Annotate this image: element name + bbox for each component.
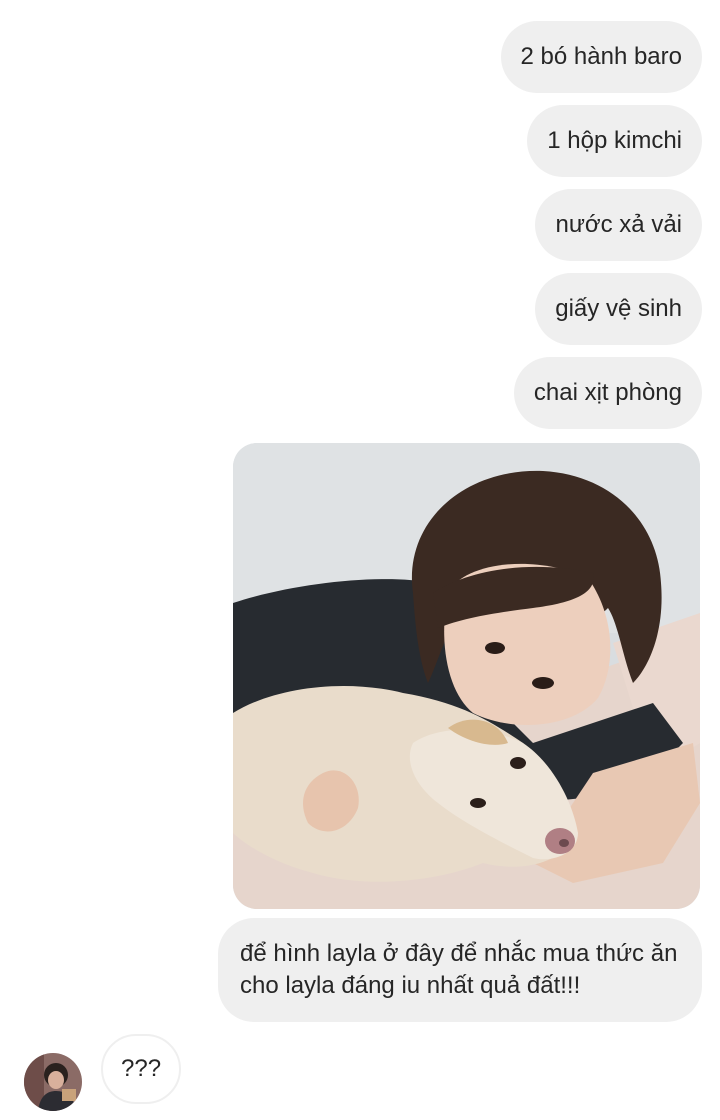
photo-message[interactable]	[233, 443, 700, 909]
message-text: ???	[121, 1055, 162, 1082]
message-bubble-outgoing[interactable]: giấy vệ sinh	[535, 273, 702, 345]
message-text: 1 hộp kimchi	[547, 127, 682, 154]
message-text: giấy vệ sinh	[555, 295, 682, 322]
avatar-image	[24, 1053, 82, 1111]
message-text: 2 bó hành baro	[520, 43, 682, 70]
message-text-line: cho layla đáng iu nhất quả đất!!!	[240, 972, 581, 999]
message-text-line: để hình layla ở đây để nhắc mua thức ăn	[240, 940, 678, 967]
message-text: nước xả vải	[555, 211, 682, 238]
message-bubble-outgoing[interactable]: nước xả vải	[535, 189, 702, 261]
message-bubble-outgoing[interactable]: 2 bó hành baro	[500, 21, 702, 93]
chat-thread: 2 bó hành baro 1 hộp kimchi nước xả vải …	[0, 0, 720, 1120]
message-bubble-outgoing[interactable]: chai xịt phòng	[513, 357, 702, 429]
message-text: chai xịt phòng	[533, 379, 682, 406]
avatar[interactable]	[24, 1053, 82, 1111]
message-bubble-outgoing[interactable]: 1 hộp kimchi	[527, 105, 702, 177]
message-bubble-incoming[interactable]: ???	[101, 1034, 182, 1104]
message-bubble-outgoing[interactable]: để hình layla ở đây để nhắc mua thức ăn …	[218, 918, 702, 1022]
photo-image	[233, 443, 700, 909]
